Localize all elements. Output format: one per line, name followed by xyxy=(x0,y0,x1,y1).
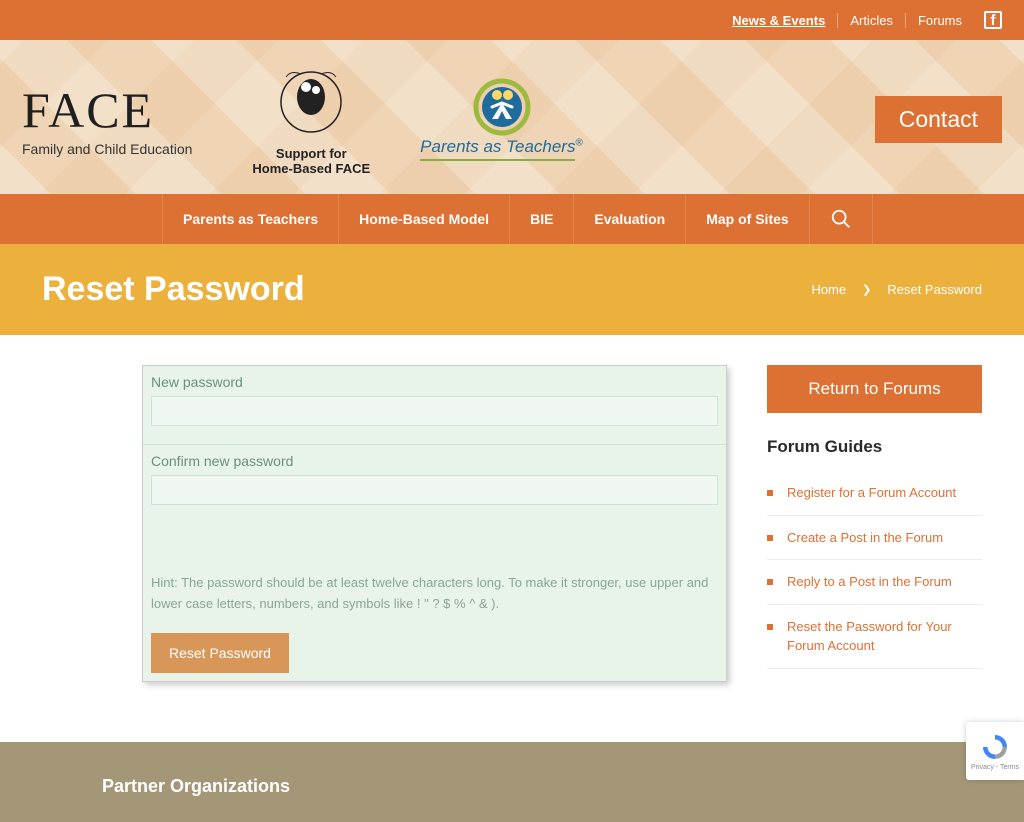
keeping-circle-strong-icon xyxy=(271,62,351,142)
nav-item-parents-as-teachers[interactable]: Parents as Teachers xyxy=(162,194,339,244)
recaptcha-text: Privacy - Terms xyxy=(971,764,1019,771)
logo-support-line2: Home-Based FACE xyxy=(252,161,370,176)
facebook-icon[interactable]: f xyxy=(984,11,1002,29)
contact-button[interactable]: Contact xyxy=(875,96,1002,143)
recaptcha-icon xyxy=(980,732,1010,762)
logo-parents-as-teachers[interactable]: Parents as Teachers® xyxy=(420,77,583,161)
footer-partner-heading: Partner Organizations xyxy=(102,776,922,797)
logo-face-text: FACE xyxy=(22,81,192,139)
parents-teachers-icon xyxy=(472,77,532,137)
guide-link[interactable]: Create a Post in the Forum xyxy=(787,528,943,548)
guide-item-reset-password[interactable]: Reset the Password for Your Forum Accoun… xyxy=(767,605,982,669)
forum-guides-list: Register for a Forum Account Create a Po… xyxy=(767,471,982,669)
logo-face-subtitle: Family and Child Education xyxy=(22,141,192,157)
nav-item-home-based-model[interactable]: Home-Based Model xyxy=(339,194,510,244)
bullet-icon xyxy=(767,624,773,630)
logo-face[interactable]: FACE Family and Child Education xyxy=(22,81,192,157)
chevron-right-icon: ❯ xyxy=(862,283,871,296)
nav-item-bie[interactable]: BIE xyxy=(510,194,574,244)
header: FACE Family and Child Education Support … xyxy=(22,40,1002,194)
breadcrumb-home[interactable]: Home xyxy=(811,282,846,297)
recaptcha-badge[interactable]: Privacy - Terms xyxy=(966,722,1024,780)
search-icon[interactable] xyxy=(810,194,873,244)
logo-support[interactable]: Support for Home-Based FACE xyxy=(252,62,370,176)
label-new-password: New password xyxy=(143,366,726,394)
content: New password Confirm new password Hint: … xyxy=(0,335,1024,742)
bullet-icon xyxy=(767,579,773,585)
password-hint: Hint: The password should be at least tw… xyxy=(143,523,726,625)
bullet-icon xyxy=(767,535,773,541)
nav-item-evaluation[interactable]: Evaluation xyxy=(574,194,686,244)
forum-guides-heading: Forum Guides xyxy=(767,437,982,457)
confirm-password-input[interactable] xyxy=(151,475,718,505)
guide-link[interactable]: Reset the Password for Your Forum Accoun… xyxy=(787,617,982,656)
topbar-link-forums[interactable]: Forums xyxy=(906,13,974,28)
logo-support-line1: Support for xyxy=(252,146,370,161)
logo-pat-text: Parents as Teachers xyxy=(420,137,575,161)
topbar-link-articles[interactable]: Articles xyxy=(838,13,906,28)
nav-item-map-of-sites[interactable]: Map of Sites xyxy=(686,194,809,244)
breadcrumb-current: Reset Password xyxy=(887,282,982,297)
titlebar: Reset Password Home ❯ Reset Password xyxy=(0,244,1024,335)
guide-link[interactable]: Reply to a Post in the Forum xyxy=(787,572,952,592)
reset-password-form: New password Confirm new password Hint: … xyxy=(142,365,727,682)
bullet-icon xyxy=(767,490,773,496)
page-title: Reset Password xyxy=(42,270,305,309)
main-nav: Parents as Teachers Home-Based Model BIE… xyxy=(0,194,1024,244)
topbar-link-news[interactable]: News & Events xyxy=(720,13,838,28)
new-password-input[interactable] xyxy=(151,396,718,426)
guide-link[interactable]: Register for a Forum Account xyxy=(787,483,956,503)
guide-item-register[interactable]: Register for a Forum Account xyxy=(767,471,982,516)
breadcrumb: Home ❯ Reset Password xyxy=(811,282,982,297)
guide-item-reply[interactable]: Reply to a Post in the Forum xyxy=(767,560,982,605)
topbar: News & Events Articles Forums f xyxy=(0,0,1024,40)
label-confirm-password: Confirm new password xyxy=(143,444,726,473)
guide-item-create-post[interactable]: Create a Post in the Forum xyxy=(767,516,982,561)
reset-password-button[interactable]: Reset Password xyxy=(151,633,289,673)
return-to-forums-button[interactable]: Return to Forums xyxy=(767,365,982,413)
footer: Partner Organizations xyxy=(0,742,1024,822)
